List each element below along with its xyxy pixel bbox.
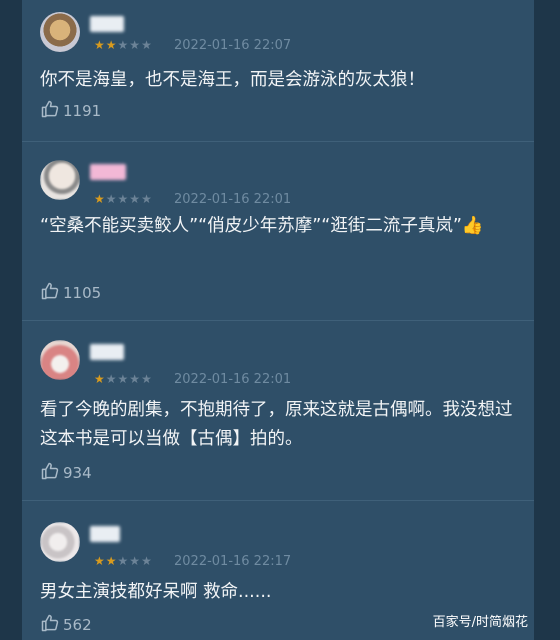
watermark: 百家号/时简烟花	[432, 615, 528, 630]
like-count: 934	[63, 464, 92, 482]
like-count: 1191	[63, 102, 102, 120]
star-icon: ★	[141, 372, 153, 386]
like-count: 1105	[63, 284, 102, 302]
left-margin	[0, 0, 22, 640]
comment-text: 你不是海皇，也不是海王，而是会游泳的灰太狼！	[40, 70, 425, 90]
star-icon: ★	[94, 38, 106, 52]
star-icon: ★	[105, 372, 118, 386]
star-icon: ★	[129, 38, 142, 52]
thumbs-up-icon	[40, 99, 60, 123]
comment-text: “空桑不能买卖鲛人”“俏皮少年苏摩”“逛街二流子真岚”👍	[40, 216, 484, 236]
comment-date: 2022-01-16 22:01	[174, 192, 292, 207]
star-icon: ★	[117, 38, 130, 52]
rating-stars: ★★★★★	[94, 554, 153, 568]
thumbs-up-icon	[40, 281, 60, 305]
star-icon: ★	[117, 192, 130, 206]
star-icon: ★	[129, 192, 142, 206]
comment-date: 2022-01-16 22:01	[174, 372, 292, 387]
star-icon: ★	[141, 38, 153, 52]
like-count: 562	[63, 616, 92, 634]
like-button[interactable]: 934	[40, 462, 92, 484]
divider	[22, 141, 534, 142]
star-icon: ★	[129, 554, 142, 568]
like-button[interactable]: 1191	[40, 100, 101, 122]
comment-text: 男女主演技都好呆啊 救命......	[40, 582, 272, 602]
username-blurred[interactable]	[90, 164, 126, 180]
divider	[22, 320, 534, 321]
star-icon: ★	[105, 192, 118, 206]
like-button[interactable]: 1105	[40, 282, 101, 304]
comment-date: 2022-01-16 22:17	[174, 554, 292, 569]
star-icon: ★	[141, 192, 153, 206]
rating-stars: ★★★★★	[94, 372, 153, 386]
username-blurred[interactable]	[90, 16, 124, 32]
star-icon: ★	[94, 554, 106, 568]
star-icon: ★	[105, 554, 118, 568]
right-margin	[534, 0, 560, 640]
avatar[interactable]	[40, 522, 80, 562]
avatar[interactable]	[40, 160, 80, 200]
comment-date: 2022-01-16 22:07	[174, 38, 292, 53]
rating-stars: ★★★★★	[94, 38, 153, 52]
star-icon: ★	[117, 372, 130, 386]
divider	[22, 500, 534, 501]
like-button[interactable]: 562	[40, 614, 92, 636]
rating-stars: ★★★★★	[94, 192, 153, 206]
star-icon: ★	[117, 554, 130, 568]
star-icon: ★	[94, 372, 106, 386]
thumbs-up-icon	[40, 613, 60, 637]
comment-text: 看了今晚的剧集，不抱期待了，原来这就是古偶啊。我没想过这本书是可以当做【古偶】拍…	[40, 400, 513, 449]
star-icon: ★	[141, 554, 153, 568]
username-blurred[interactable]	[90, 526, 120, 542]
star-icon: ★	[105, 38, 118, 52]
star-icon: ★	[129, 372, 142, 386]
star-icon: ★	[94, 192, 106, 206]
avatar[interactable]	[40, 340, 80, 380]
username-blurred[interactable]	[90, 344, 124, 360]
thumbs-up-icon	[40, 461, 60, 485]
avatar[interactable]	[40, 12, 80, 52]
